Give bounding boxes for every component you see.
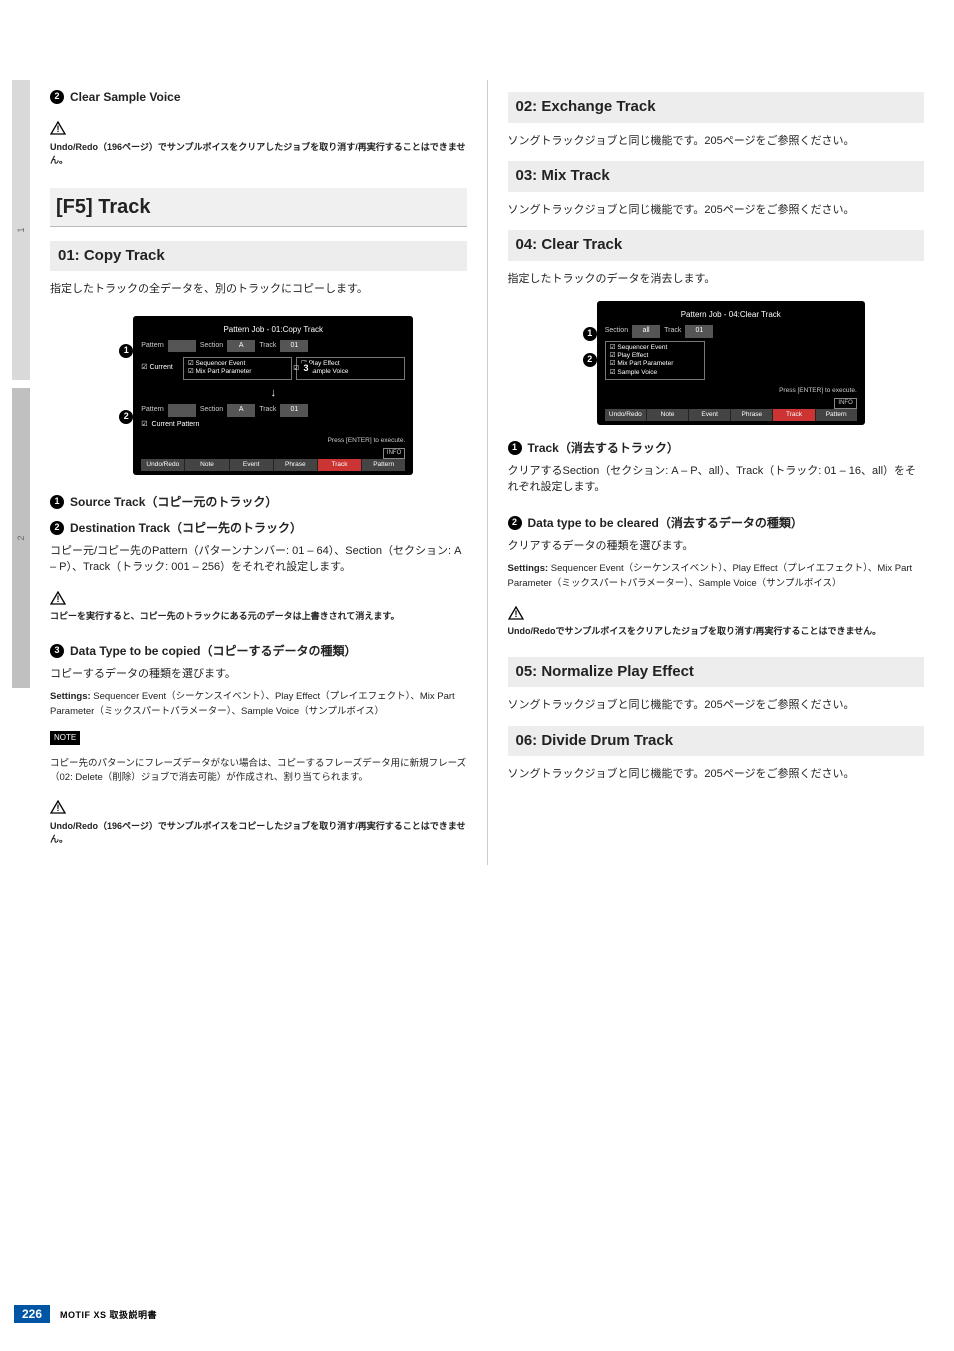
clear-track-desc: 指定したトラックのデータを消去します。 — [508, 271, 925, 288]
svg-text:!: ! — [514, 609, 517, 619]
side-tab-1: 1 — [12, 80, 30, 380]
tab-event[interactable]: Event — [230, 459, 274, 471]
callout-1b-icon: 1 — [50, 495, 64, 509]
tab-pattern[interactable]: Pattern — [362, 459, 405, 471]
tab-phrase[interactable]: Phrase — [731, 409, 773, 421]
source-track-header: Source Track（コピー元のトラック） — [70, 493, 277, 511]
arrow-down-icon: ↓ — [141, 385, 405, 402]
model-label: MOTIF XS 取扱説明書 — [60, 1308, 157, 1321]
normalize-heading: 05: Normalize Play Effect — [508, 657, 925, 688]
copy-track-heading: 01: Copy Track — [50, 241, 467, 272]
callout-3-icon: 3 — [299, 362, 313, 376]
tab-track[interactable]: Track — [773, 409, 815, 421]
tab-pattern[interactable]: Pattern — [816, 409, 857, 421]
exchange-track-desc: ソングトラックジョブと同じ機能です。205ページをご参照ください。 — [508, 133, 925, 150]
data-type-copy-desc: コピーするデータの種類を選びます。 — [50, 666, 467, 683]
note-tag: NOTE — [50, 731, 80, 745]
dest-track-header: Destination Track（コピー先のトラック） — [70, 519, 302, 537]
tab-phrase[interactable]: Phrase — [274, 459, 318, 471]
data-type-copy-header: Data Type to be copied（コピーするデータの種類） — [70, 642, 356, 660]
clear-track-heading: 04: Clear Track — [508, 230, 925, 261]
tab-undo[interactable]: Undo/Redo — [141, 459, 185, 471]
undo-redo-warning-3: Undo/Redo（196ページ）でサンプルボイスをコピーしたジョブを取り消す/… — [50, 820, 467, 847]
callout-1-icon: 1 — [119, 344, 133, 358]
undo-redo-warning-1: Undo/Redo（196ページ）でサンプルボイスをクリアしたジョブを取り消す/… — [50, 141, 467, 168]
callout-2-icon: 2 — [50, 90, 64, 104]
svg-text:!: ! — [57, 594, 60, 604]
side-tab-2: 2 — [12, 388, 30, 688]
dest-track-desc: コピー元/コピー先のPattern（パターンナンバー: 01 – 64）、Sec… — [50, 543, 467, 576]
divide-drum-desc: ソングトラックジョブと同じ機能です。205ページをご参照ください。 — [508, 766, 925, 783]
mix-track-heading: 03: Mix Track — [508, 161, 925, 192]
page-number: 226 — [14, 1305, 50, 1323]
track-clear-desc: クリアするSection（セクション: A – P、all）、Track（トラッ… — [508, 463, 925, 496]
copy-track-screenshot: Pattern Job - 01:Copy Track 1 Pattern Se… — [133, 316, 413, 475]
side-index-tabs: 1 2 — [12, 80, 30, 865]
warning-icon: ! — [508, 605, 524, 622]
tab-track[interactable]: Track — [318, 459, 362, 471]
clear-sample-voice-header: Clear Sample Voice — [70, 88, 181, 106]
callout-3b-icon: 3 — [50, 644, 64, 658]
f5-track-heading: [F5] Track — [50, 188, 467, 227]
data-type-clear-desc: クリアするデータの種類を選びます。 — [508, 538, 925, 555]
warning-icon: ! — [50, 799, 66, 816]
copy-overwrite-warning: コピーを実行すると、コピー先のトラックにある元のデータは上書きされて消えます。 — [50, 610, 467, 624]
callout-1c-icon: 1 — [583, 327, 597, 341]
page-footer: 226 MOTIF XS 取扱説明書 — [14, 1303, 157, 1325]
warning-icon: ! — [50, 120, 66, 137]
callout-1d-icon: 1 — [508, 441, 522, 455]
warning-icon: ! — [50, 590, 66, 607]
svg-text:!: ! — [57, 803, 60, 813]
copy-track-desc: 指定したトラックの全データを、別のトラックにコピーします。 — [50, 281, 467, 298]
callout-2e-icon: 2 — [508, 516, 522, 530]
tab-event[interactable]: Event — [689, 409, 731, 421]
tab-note[interactable]: Note — [647, 409, 689, 421]
callout-2b-icon: 2 — [119, 410, 133, 424]
undo-redo-warning-r: Undo/Redoでサンプルボイスをクリアしたジョブを取り消す/再実行することは… — [508, 625, 925, 639]
note-text: コピー先のパターンにフレーズデータがない場合は、コピーするフレーズデータ用に新規… — [50, 757, 467, 786]
track-header: Track（消去するトラック） — [528, 439, 679, 457]
tab-note[interactable]: Note — [185, 459, 229, 471]
tab-undo[interactable]: Undo/Redo — [605, 409, 647, 421]
clear-track-screenshot: Pattern Job - 04:Clear Track 1 Sectional… — [597, 301, 865, 425]
callout-2d-icon: 2 — [583, 353, 597, 367]
svg-text:!: ! — [57, 124, 60, 134]
mix-track-desc: ソングトラックジョブと同じ機能です。205ページをご参照ください。 — [508, 202, 925, 219]
divide-drum-heading: 06: Divide Drum Track — [508, 726, 925, 757]
exchange-track-heading: 02: Exchange Track — [508, 92, 925, 123]
normalize-desc: ソングトラックジョブと同じ機能です。205ページをご参照ください。 — [508, 697, 925, 714]
callout-2c-icon: 2 — [50, 521, 64, 535]
data-type-clear-header: Data type to be cleared（消去するデータの種類） — [528, 514, 803, 532]
